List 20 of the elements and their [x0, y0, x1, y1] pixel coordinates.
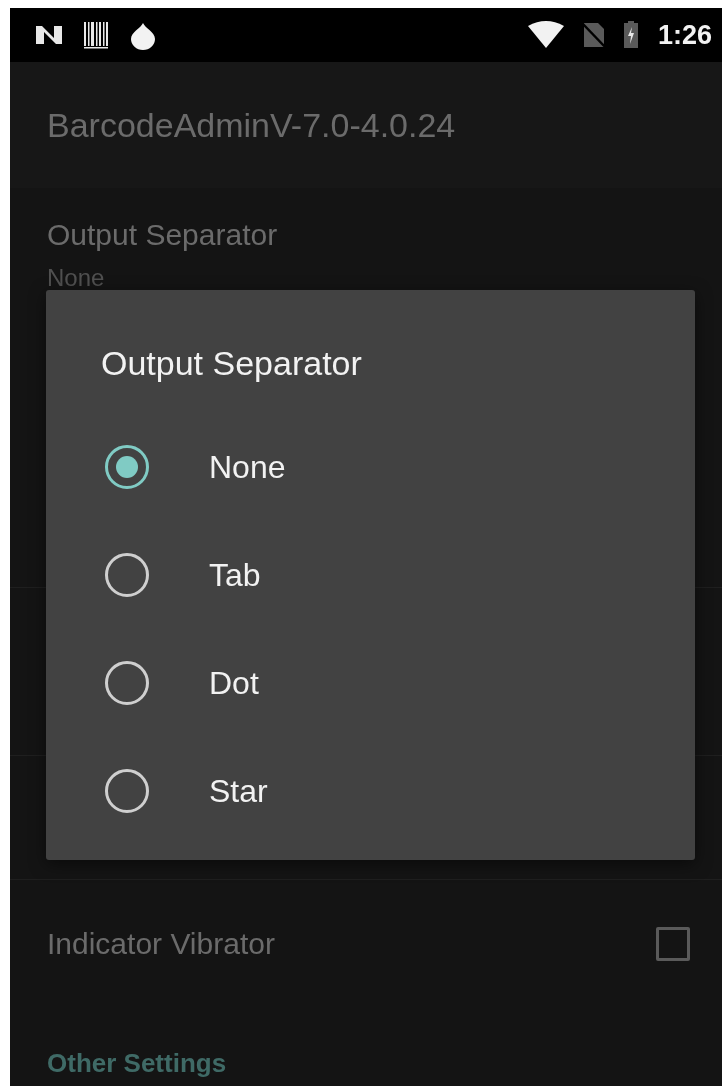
radio-button[interactable] [105, 553, 149, 597]
setting-title: Output Separator [47, 218, 279, 252]
radio-button[interactable] [105, 769, 149, 813]
app-title: BarcodeAdminV-7.0-4.0.24 [47, 105, 456, 145]
setting-title: Indicator Vibrator [47, 927, 275, 961]
checkbox[interactable] [656, 927, 690, 961]
n-logo-icon [34, 23, 64, 47]
dialog-title: Output Separator [100, 344, 363, 383]
radio-button[interactable] [105, 445, 149, 489]
category-title: Other Settings [47, 1048, 227, 1078]
option-label[interactable]: Tab [209, 556, 261, 594]
option-label[interactable]: Star [209, 772, 268, 810]
wifi-icon [525, 20, 566, 50]
clock: 1:26 [657, 19, 712, 51]
barcode-icon [82, 20, 110, 50]
battery-charging-icon [621, 20, 640, 50]
setting-summary: None [47, 264, 106, 292]
radio-button[interactable] [105, 661, 149, 705]
option-label[interactable]: None [209, 448, 286, 486]
option-label[interactable]: Dot [209, 664, 259, 702]
